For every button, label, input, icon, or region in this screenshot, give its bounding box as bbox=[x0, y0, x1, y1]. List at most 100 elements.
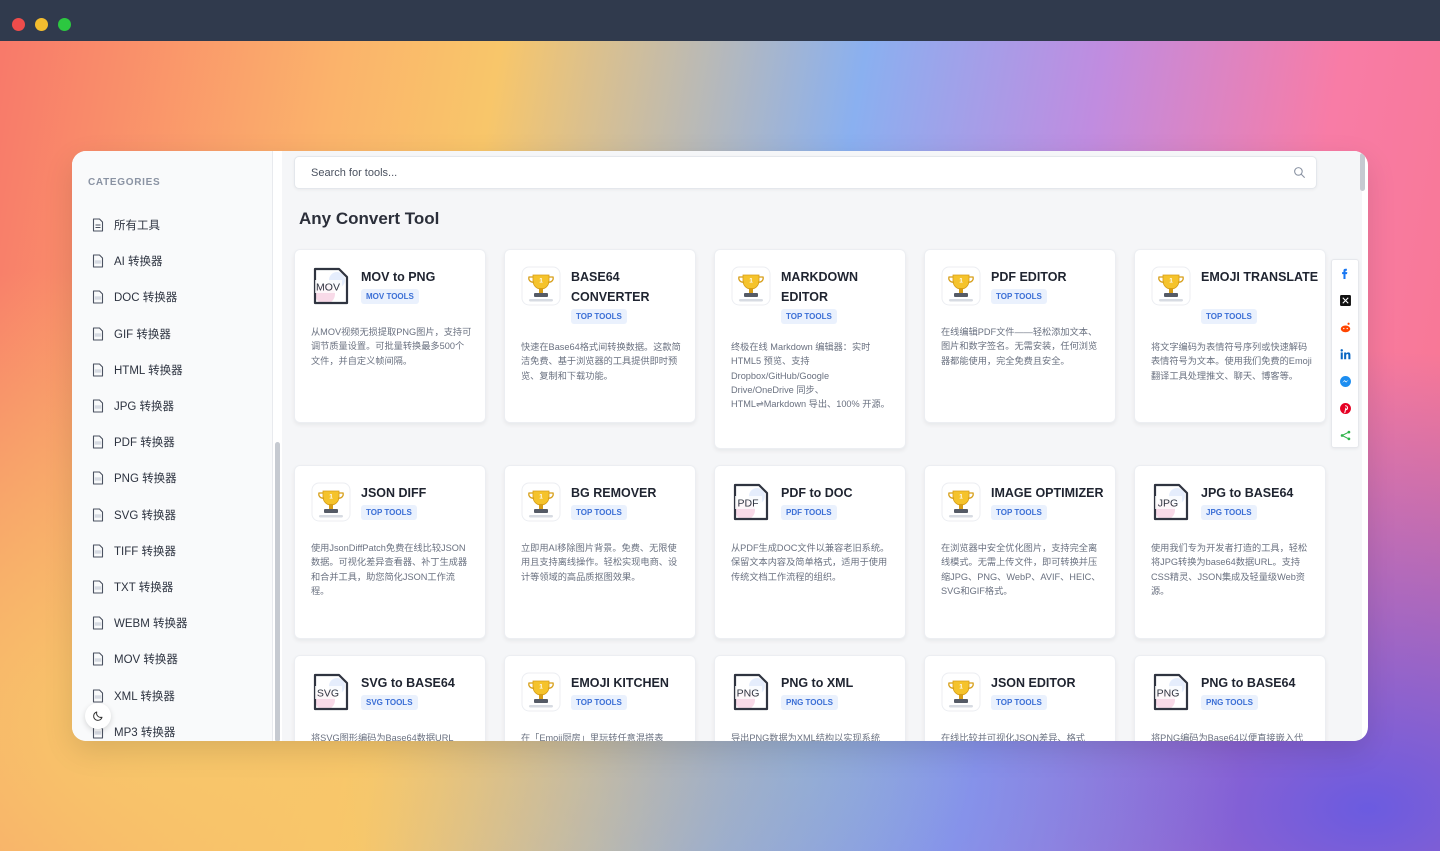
sidebar-item[interactable]: HTML 转换器 bbox=[92, 352, 187, 388]
tool-category-badge[interactable]: JPG TOOLS bbox=[1201, 505, 1257, 520]
tool-card-json-diff[interactable]: 1 JSON DIFF TOP TOOLS 使用JsonDiffPatch免费在线比较… bbox=[294, 465, 486, 639]
svg-text:1: 1 bbox=[1169, 278, 1173, 285]
linkedin-share-button[interactable] bbox=[1332, 341, 1358, 368]
pdf-file-icon bbox=[92, 435, 104, 449]
trophy-icon: 1 bbox=[1151, 266, 1191, 306]
minimize-window-button[interactable] bbox=[35, 18, 48, 31]
sidebar-item[interactable]: PDF 转换器 bbox=[92, 424, 187, 460]
maximize-window-button[interactable] bbox=[58, 18, 71, 31]
tool-category-badge[interactable]: TOP TOOLS bbox=[571, 695, 627, 710]
sidebar-scrollbar[interactable] bbox=[275, 442, 280, 741]
tiff-file-icon bbox=[92, 544, 104, 558]
tool-category-badge[interactable]: TOP TOOLS bbox=[991, 289, 1047, 304]
tool-card-description: 在浏览器中安全优化图片，支持完全离线模式。无需上传文件，即可转换并压缩JPG、P… bbox=[941, 543, 1101, 596]
trophy-icon: 1 bbox=[521, 482, 561, 522]
sidebar-item-label: DOC 转换器 bbox=[114, 292, 178, 305]
sidebar-item[interactable]: JPG 转换器 bbox=[92, 388, 187, 424]
sidebar-item-label: 所有工具 bbox=[114, 220, 160, 233]
doc-file-icon bbox=[92, 290, 104, 305]
trophy-icon: 1 bbox=[731, 266, 771, 306]
tool-card-png-to-base64[interactable]: PNG PNG to BASE64 PNG TOOLS 将PNG编码为Base64以便… bbox=[1134, 655, 1326, 741]
svg-text:JPG: JPG bbox=[1158, 498, 1178, 510]
sidebar-item[interactable]: GIF 转换器 bbox=[92, 316, 187, 352]
tool-card-image-optimizer[interactable]: 1 IMAGE OPTIMIZER TOP TOOLS 在浏览器中安全优化图片，支持完… bbox=[924, 465, 1116, 639]
tool-card-description: 将文字编码为表情符号序列或快速解码表情符号为文本。使用我们免费的Emoji翻译工… bbox=[1151, 342, 1312, 381]
close-window-button[interactable] bbox=[12, 18, 25, 31]
tool-category-badge[interactable]: MOV TOOLS bbox=[361, 289, 419, 304]
facebook-icon bbox=[1341, 268, 1347, 279]
sidebar-item[interactable]: SVG 转换器 bbox=[92, 497, 187, 533]
svg-text:PDF: PDF bbox=[738, 498, 759, 510]
share-share-button[interactable] bbox=[1332, 422, 1358, 449]
sidebar-item-label: PNG 转换器 bbox=[114, 473, 177, 486]
tool-category-badge[interactable]: TOP TOOLS bbox=[571, 505, 627, 520]
tool-card-description: 导出PNG数据为XML结构以实现系统 bbox=[731, 733, 881, 741]
sidebar-item-label: TXT 转换器 bbox=[114, 581, 174, 594]
tool-card-svg-to-base64[interactable]: SVG SVG to BASE64 SVG TOOLS 将SVG图形编码为Base64… bbox=[294, 655, 486, 741]
messenger-share-button[interactable] bbox=[1332, 368, 1358, 395]
tool-card-title: MOV to PNG bbox=[361, 270, 436, 284]
tool-card-bg-remover[interactable]: 1 BG REMOVER TOP TOOLS 立即用AI移除图片背景。免费、无限使用且… bbox=[504, 465, 696, 639]
reddit-share-button[interactable] bbox=[1332, 314, 1358, 341]
search-input[interactable] bbox=[311, 165, 1261, 181]
facebook-share-button[interactable] bbox=[1332, 260, 1358, 287]
tool-category-badge[interactable]: TOP TOOLS bbox=[361, 505, 417, 520]
tool-card-json-editor[interactable]: 1 JSON EDITOR TOP TOOLS 在线比较并可视化JSON差异、格式 bbox=[924, 655, 1116, 741]
tool-card-pdf-editor[interactable]: 1 PDF EDITOR TOP TOOLS 在线编辑PDF文件——轻松添加文本、图片… bbox=[924, 249, 1116, 423]
tool-category-badge[interactable]: TOP TOOLS bbox=[781, 309, 837, 324]
tool-category-badge[interactable]: PNG TOOLS bbox=[781, 695, 838, 710]
sidebar-item-label: MOV 转换器 bbox=[114, 654, 178, 667]
tool-card-emoji-kitchen[interactable]: 1 EMOJI KITCHEN TOP TOOLS 在「Emoji厨房」里玩转任意混搭… bbox=[504, 655, 696, 741]
svg-text:PNG: PNG bbox=[1157, 688, 1180, 700]
trophy-icon: 1 bbox=[941, 672, 981, 712]
tool-category-badge[interactable]: SVG TOOLS bbox=[361, 695, 418, 710]
tool-category-badge[interactable]: TOP TOOLS bbox=[991, 695, 1047, 710]
svg-file-icon: SVG bbox=[311, 672, 351, 712]
sidebar-item[interactable]: TXT 转换器 bbox=[92, 569, 187, 605]
svg-text:1: 1 bbox=[959, 684, 963, 691]
tool-card-emoji-translate[interactable]: 1 EMOJI TRANSLATE TOP TOOLS 将文字编码为表情符号序列或快速… bbox=[1134, 249, 1326, 423]
tool-card-title: PDF to DOC bbox=[781, 486, 853, 500]
tool-card-title: EMOJI TRANSLATE bbox=[1201, 270, 1319, 284]
tool-category-badge[interactable]: PDF TOOLS bbox=[781, 505, 837, 520]
sidebar-item[interactable]: WEBM 转换器 bbox=[92, 605, 187, 641]
pdf-file-icon: PDF bbox=[731, 482, 771, 522]
sidebar-item-label: AI 转换器 bbox=[114, 256, 163, 269]
dark-mode-toggle[interactable] bbox=[85, 703, 111, 729]
tool-card-description: 终极在线 Markdown 编辑器：实时 HTML5 预览、支持 Dropbox… bbox=[731, 342, 890, 410]
webm-file-icon bbox=[92, 616, 104, 630]
mov-file-icon bbox=[92, 652, 104, 666]
sidebar-item[interactable]: PNG 转换器 bbox=[92, 460, 187, 496]
sidebar-item[interactable]: DOC 转换器 bbox=[92, 279, 187, 315]
x-twitter-share-button[interactable] bbox=[1332, 287, 1358, 314]
sidebar-item[interactable]: 所有工具 bbox=[92, 207, 187, 243]
sidebar-item-label: SVG 转换器 bbox=[114, 509, 176, 522]
tool-category-badge[interactable]: TOP TOOLS bbox=[1201, 309, 1257, 324]
tool-category-badge[interactable]: TOP TOOLS bbox=[991, 505, 1047, 520]
tool-card-jpg-to-base64[interactable]: JPG JPG to BASE64 JPG TOOLS 使用我们专为开发者打造的工具，… bbox=[1134, 465, 1326, 639]
tool-card-description: 使用JsonDiffPatch免费在线比较JSON数据。可视化差异查看器、补丁生… bbox=[311, 543, 468, 596]
ai-file-icon bbox=[92, 254, 104, 268]
trophy-icon: 1 bbox=[941, 266, 981, 306]
tool-card-title: MARKDOWN EDITOR bbox=[781, 270, 859, 304]
tool-card-png-to-xml[interactable]: PNG PNG to XML PNG TOOLS 导出PNG数据为XML结构以实现系统 bbox=[714, 655, 906, 741]
tool-card-markdown-editor[interactable]: 1 MARKDOWN EDITOR TOP TOOLS 终极在线 Markdown 编… bbox=[714, 249, 906, 449]
tool-card-title: PDF EDITOR bbox=[991, 270, 1067, 284]
tool-category-badge[interactable]: TOP TOOLS bbox=[571, 309, 627, 324]
sidebar-item[interactable]: AI 转换器 bbox=[92, 243, 187, 279]
tool-category-badge[interactable]: PNG TOOLS bbox=[1201, 695, 1258, 710]
search-icon[interactable] bbox=[1293, 166, 1306, 179]
page-title: Any Convert Tool bbox=[299, 209, 440, 228]
tool-card-base64-converter[interactable]: 1 BASE64 CONVERTER TOP TOOLS 快速在Base64格式间转换… bbox=[504, 249, 696, 423]
sidebar-item[interactable]: MOV 转换器 bbox=[92, 641, 187, 677]
main-scrollbar[interactable] bbox=[1360, 153, 1365, 191]
tool-card-mov-to-png[interactable]: MOV MOV to PNG MOV TOOLS 从MOV视频无损提取PNG图片，支持… bbox=[294, 249, 486, 423]
tool-card-pdf-to-doc[interactable]: PDF PDF to DOC PDF TOOLS 从PDF生成DOC文件以兼容老旧系统… bbox=[714, 465, 906, 639]
txt-file-icon bbox=[92, 580, 104, 594]
search-bar bbox=[294, 156, 1317, 189]
linkedin-icon bbox=[1340, 349, 1350, 360]
sidebar-item[interactable]: TIFF 转换器 bbox=[92, 533, 187, 569]
svg-file-icon bbox=[92, 508, 104, 522]
pinterest-share-button[interactable] bbox=[1332, 395, 1358, 422]
xml-file-icon bbox=[92, 688, 104, 703]
